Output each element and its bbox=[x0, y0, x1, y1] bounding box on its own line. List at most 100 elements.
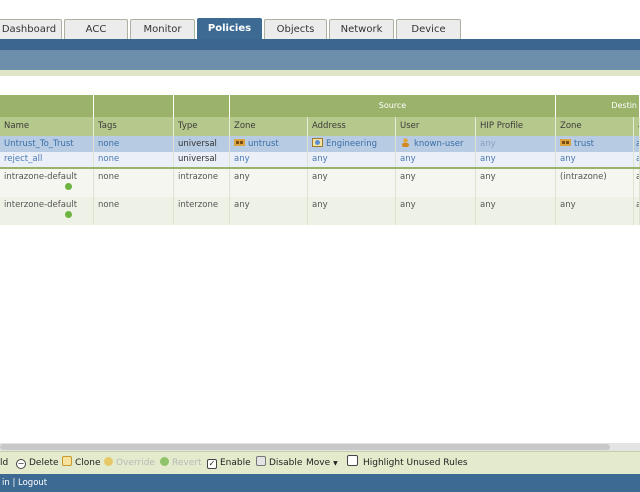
override-icon bbox=[104, 457, 113, 466]
table-row[interactable]: reject_all none universal any any any an… bbox=[0, 152, 640, 169]
rule-destination-zone[interactable]: trust bbox=[556, 136, 634, 152]
group-header-blank bbox=[0, 95, 94, 117]
disable-label: Disable bbox=[269, 458, 303, 468]
horizontal-scroll-thumb[interactable] bbox=[0, 444, 610, 450]
revert-label: Revert bbox=[172, 458, 202, 468]
enable-label: Enable bbox=[220, 458, 251, 468]
column-header-type[interactable]: Type bbox=[174, 117, 230, 136]
rule-source-address[interactable]: Engineering bbox=[308, 136, 396, 152]
table-row[interactable]: interzone-default none interzone any any… bbox=[0, 197, 640, 225]
highlight-unused-rules-checkbox[interactable]: Highlight Unused Rules bbox=[347, 452, 468, 475]
group-header-blank bbox=[174, 95, 230, 117]
default-rule-status-icon bbox=[65, 211, 72, 218]
rule-source-zone[interactable]: untrust bbox=[230, 136, 308, 152]
tab-device[interactable]: Device bbox=[396, 19, 461, 39]
rule-source-address[interactable]: any bbox=[308, 197, 396, 225]
status-footer: in | Logout bbox=[0, 474, 640, 492]
enable-button[interactable]: ✓ Enable bbox=[207, 452, 251, 475]
column-header-tags[interactable]: Tags bbox=[94, 117, 174, 136]
revert-button[interactable]: Revert bbox=[160, 452, 201, 475]
column-header-source-address[interactable]: Address bbox=[308, 117, 396, 136]
rule-hip-profile: any bbox=[476, 136, 556, 152]
checkmark-icon: ✓ bbox=[207, 459, 217, 469]
rule-tags: none bbox=[94, 169, 174, 197]
rule-hip-profile: any bbox=[476, 169, 556, 197]
tab-monitor[interactable]: Monitor bbox=[130, 19, 195, 39]
rule-source-user[interactable]: any bbox=[396, 197, 476, 225]
rule-type: universal bbox=[174, 136, 230, 152]
table-row[interactable]: intrazone-default none intrazone any any… bbox=[0, 169, 640, 197]
source-address-label: Engineering bbox=[326, 139, 377, 149]
rule-destination-zone[interactable]: any bbox=[556, 152, 634, 167]
rule-destination-zone[interactable]: any bbox=[556, 197, 634, 225]
rule-tags: none bbox=[94, 197, 174, 225]
rule-name-label: interzone-default bbox=[4, 200, 78, 210]
tab-acc[interactable]: ACC bbox=[64, 19, 128, 39]
rule-source-zone[interactable]: any bbox=[230, 169, 308, 197]
tab-dashboard[interactable]: Dashboard bbox=[0, 19, 62, 39]
column-header-destination-zone[interactable]: Zone bbox=[556, 117, 634, 136]
rule-source-address[interactable]: any bbox=[308, 152, 396, 167]
rule-hip-profile: any bbox=[476, 197, 556, 225]
group-header-source: Source bbox=[230, 95, 556, 117]
column-header-source-user[interactable]: User bbox=[396, 117, 476, 136]
rule-destination-zone[interactable]: (intrazone) bbox=[556, 169, 634, 197]
destination-zone-label: trust bbox=[574, 139, 594, 149]
user-icon bbox=[402, 138, 409, 147]
checkbox-icon bbox=[347, 455, 358, 466]
logout-link[interactable]: in | Logout bbox=[0, 478, 47, 488]
tab-underline-bar bbox=[0, 39, 640, 50]
rule-action-toolbar: ld − Delete Clone Override Revert ✓ Enable… bbox=[0, 451, 640, 474]
zone-icon bbox=[560, 139, 571, 146]
default-rule-status-icon bbox=[65, 183, 72, 190]
override-label: Override bbox=[116, 458, 155, 468]
delete-button[interactable]: − Delete bbox=[16, 452, 59, 475]
disable-icon bbox=[256, 456, 266, 466]
rule-hip-profile: any bbox=[476, 152, 556, 167]
clone-button[interactable]: Clone bbox=[62, 452, 101, 475]
rule-source-user[interactable]: any bbox=[396, 169, 476, 197]
group-header-destination: Destin bbox=[556, 95, 640, 117]
main-tab-bar: Dashboard ACC Monitor Policies Objects N… bbox=[0, 0, 640, 40]
rule-tags: none bbox=[94, 152, 174, 167]
clone-label: Clone bbox=[75, 458, 101, 468]
rule-source-zone[interactable]: any bbox=[230, 152, 308, 167]
chevron-down-icon: ▼ bbox=[333, 460, 338, 467]
tab-network[interactable]: Network bbox=[329, 19, 394, 39]
rule-destination-cut: a bbox=[634, 169, 640, 197]
rule-source-user[interactable]: known-user bbox=[396, 136, 476, 152]
table-empty-area bbox=[0, 231, 640, 443]
rule-name[interactable]: intrazone-default bbox=[0, 169, 94, 197]
filter-bar bbox=[0, 70, 640, 76]
column-header-source-zone[interactable]: Zone bbox=[230, 117, 308, 136]
rule-type: intrazone bbox=[174, 169, 230, 197]
column-header-name[interactable]: Name bbox=[0, 117, 94, 136]
rule-name[interactable]: reject_all bbox=[0, 152, 94, 167]
delete-label: Delete bbox=[29, 458, 59, 468]
move-label: Move bbox=[306, 458, 331, 468]
disable-button[interactable]: Disable bbox=[256, 452, 302, 475]
rule-type: interzone bbox=[174, 197, 230, 225]
source-user-label: known-user bbox=[414, 139, 464, 149]
rule-name[interactable]: Untrust_To_Trust bbox=[0, 136, 94, 152]
address-group-icon bbox=[312, 138, 323, 147]
source-zone-label: untrust bbox=[248, 139, 279, 149]
minus-icon: − bbox=[16, 459, 26, 469]
rule-source-zone[interactable]: any bbox=[230, 197, 308, 225]
add-button[interactable]: ld bbox=[0, 452, 8, 475]
move-dropdown[interactable]: Move ▼ bbox=[306, 452, 338, 475]
override-button[interactable]: Override bbox=[104, 452, 155, 475]
table-row[interactable]: Untrust_To_Trust none universal untrust … bbox=[0, 136, 640, 152]
rule-destination-cut: a bbox=[634, 136, 640, 152]
highlight-unused-rules-label: Highlight Unused Rules bbox=[363, 458, 468, 468]
revert-icon bbox=[160, 457, 169, 466]
tab-policies[interactable]: Policies bbox=[197, 18, 262, 39]
column-header-destination-cut[interactable]: a bbox=[634, 117, 640, 136]
rule-source-address[interactable]: any bbox=[308, 169, 396, 197]
rule-name[interactable]: interzone-default bbox=[0, 197, 94, 225]
rule-destination-cut: a bbox=[634, 152, 640, 167]
rule-source-user[interactable]: any bbox=[396, 152, 476, 167]
tab-objects[interactable]: Objects bbox=[264, 19, 327, 39]
column-header-hip-profile[interactable]: HIP Profile bbox=[476, 117, 556, 136]
zone-icon bbox=[234, 139, 245, 146]
